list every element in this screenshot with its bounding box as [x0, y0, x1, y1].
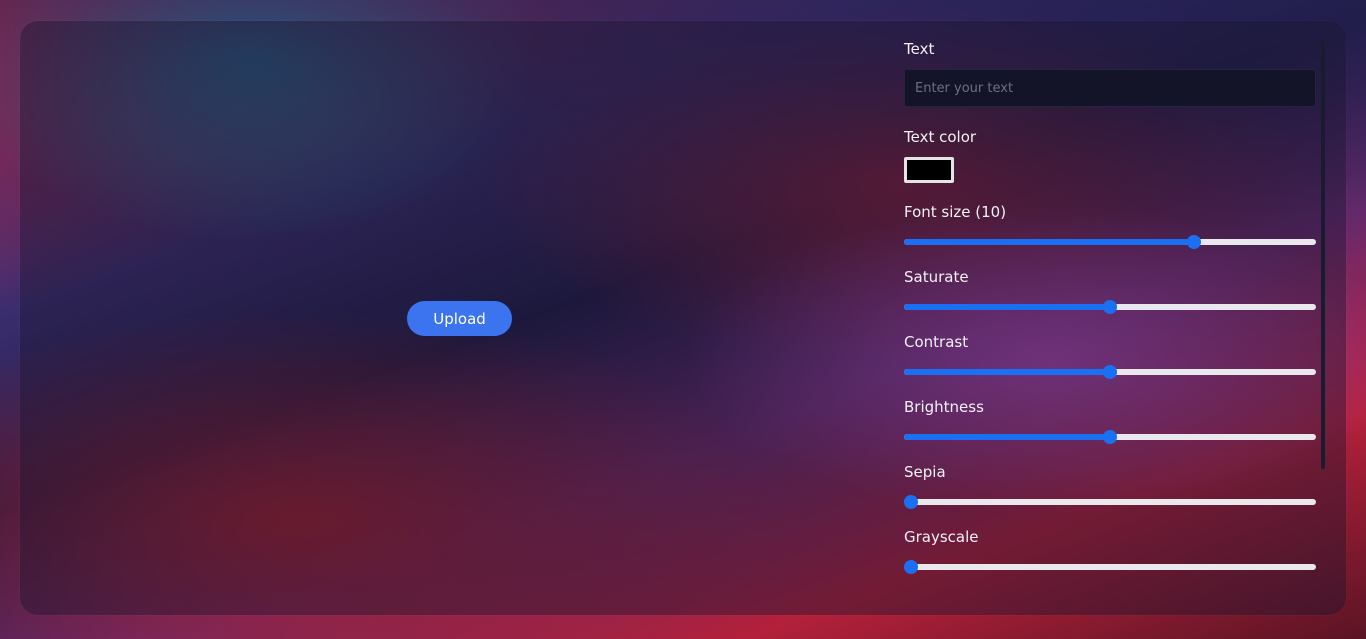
- controls-scrollbar[interactable]: [1321, 41, 1325, 469]
- slider-list: Font size (10) Saturate Contrast Brightness…: [904, 202, 1316, 575]
- brightness-slider-thumb[interactable]: [1103, 430, 1117, 444]
- slider-group-contrast: Contrast: [904, 332, 1316, 380]
- grayscale-slider[interactable]: [904, 559, 1316, 575]
- brightness-slider-fill: [904, 434, 1110, 440]
- grayscale-slider-track[interactable]: [904, 564, 1316, 570]
- text-input[interactable]: [904, 69, 1316, 107]
- contrast-slider-thumb[interactable]: [1103, 365, 1117, 379]
- text-color-control: Text color: [904, 127, 1316, 183]
- text-label: Text: [904, 40, 935, 58]
- saturate-slider-fill: [904, 304, 1110, 310]
- contrast-label: Contrast: [904, 333, 969, 351]
- font-size-slider[interactable]: [904, 234, 1316, 250]
- brightness-slider[interactable]: [904, 429, 1316, 445]
- image-preview-area: Upload: [20, 21, 898, 615]
- contrast-slider-fill: [904, 369, 1110, 375]
- controls-sidebar: Text Text color Font size (10) Saturate Co…: [904, 39, 1316, 575]
- text-color-label: Text color: [904, 128, 977, 146]
- sepia-slider-track[interactable]: [904, 499, 1316, 505]
- editor-panel: Upload Text Text color Font size (10) Sat…: [20, 21, 1346, 615]
- slider-group-saturate: Saturate: [904, 267, 1316, 315]
- sepia-slider-thumb[interactable]: [904, 495, 918, 509]
- upload-button[interactable]: Upload: [407, 301, 512, 336]
- slider-group-brightness: Brightness: [904, 397, 1316, 445]
- font-size-slider-fill: [904, 239, 1194, 245]
- font-size-slider-thumb[interactable]: [1186, 235, 1201, 249]
- brightness-label: Brightness: [904, 398, 984, 416]
- text-color-picker[interactable]: [904, 157, 954, 183]
- slider-group-grayscale: Grayscale: [904, 527, 1316, 575]
- sepia-label: Sepia: [904, 463, 946, 481]
- saturate-slider[interactable]: [904, 299, 1316, 315]
- slider-group-sepia: Sepia: [904, 462, 1316, 510]
- text-control: Text: [904, 39, 1316, 107]
- contrast-slider[interactable]: [904, 364, 1316, 380]
- saturate-slider-thumb[interactable]: [1103, 300, 1117, 314]
- slider-group-font-size: Font size (10): [904, 202, 1316, 250]
- grayscale-slider-thumb[interactable]: [904, 560, 918, 574]
- sepia-slider[interactable]: [904, 494, 1316, 510]
- saturate-label: Saturate: [904, 268, 969, 286]
- font-size-label: Font size (10): [904, 203, 1007, 221]
- grayscale-label: Grayscale: [904, 528, 979, 546]
